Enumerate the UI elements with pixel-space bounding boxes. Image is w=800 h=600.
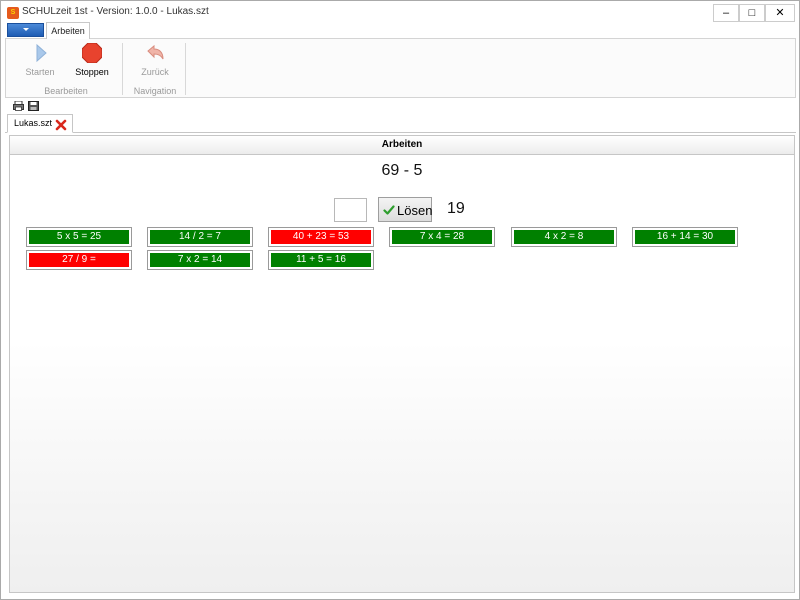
solve-button-label: Lösen [397, 203, 433, 218]
result-text: 27 / 9 = [29, 253, 129, 267]
stop-icon [82, 43, 102, 63]
exercise-panel: Arbeiten 69 - 5 Lösen 19 5 x 5 = 25 14 /… [9, 135, 795, 593]
play-icon [36, 43, 47, 63]
ribbon-group-separator [185, 43, 186, 95]
result-item: 7 x 4 = 28 [389, 227, 495, 247]
start-button-label: Starten [25, 67, 55, 77]
result-item: 27 / 9 = [26, 250, 132, 270]
app-logo-icon: S [7, 7, 19, 19]
window-title: SCHULzeit 1st - Version: 1.0.0 - Lukas.s… [22, 6, 209, 17]
minimize-button[interactable]: – [713, 4, 739, 22]
solve-button[interactable]: Lösen [378, 197, 432, 222]
document-tab-lukas[interactable]: Lukas.szt [7, 114, 73, 133]
result-text: 7 x 4 = 28 [392, 230, 492, 244]
result-item: 7 x 2 = 14 [147, 250, 253, 270]
app-window: S SCHULzeit 1st - Version: 1.0.0 - Lukas… [0, 0, 800, 600]
group-label-navigation: Navigation [133, 86, 177, 96]
result-item: 11 + 5 = 16 [268, 250, 374, 270]
maximize-button[interactable]: □ [739, 4, 765, 22]
result-text: 5 x 5 = 25 [29, 230, 129, 244]
result-text: 11 + 5 = 16 [271, 253, 371, 267]
document-tab-label: Lukas.szt [14, 118, 53, 128]
result-text: 14 / 2 = 7 [150, 230, 250, 244]
ribbon-tab-arbeiten[interactable]: Arbeiten [46, 22, 90, 39]
result-text: 16 + 14 = 30 [635, 230, 735, 244]
math-problem: 69 - 5 [381, 162, 423, 179]
result-text: 7 x 2 = 14 [150, 253, 250, 267]
ribbon-group-separator [122, 43, 123, 95]
result-item: 5 x 5 = 25 [26, 227, 132, 247]
result-item: 40 + 23 = 53 [268, 227, 374, 247]
title-bar: S SCHULzeit 1st - Version: 1.0.0 - Lukas… [1, 1, 799, 23]
chevron-down-icon [23, 28, 29, 31]
back-button[interactable]: Zurück [133, 41, 177, 83]
back-button-label: Zurück [141, 67, 169, 77]
answer-input[interactable] [334, 198, 367, 222]
group-label-bearbeiten: Bearbeiten [44, 86, 88, 96]
start-button[interactable]: Starten [18, 41, 62, 83]
result-text: 40 + 23 = 53 [271, 230, 371, 244]
section-header: Arbeiten [10, 136, 794, 155]
close-icon[interactable] [55, 119, 67, 131]
application-menu-button[interactable] [7, 23, 44, 37]
result-item: 16 + 14 = 30 [632, 227, 738, 247]
close-window-button[interactable]: ✕ [765, 4, 795, 22]
result-item: 14 / 2 = 7 [147, 227, 253, 247]
result-text: 4 x 2 = 8 [514, 230, 614, 244]
result-item: 4 x 2 = 8 [511, 227, 617, 247]
print-icon[interactable] [13, 101, 24, 111]
ribbon-panel: Starten Stoppen Bearbeiten Zurück Naviga… [5, 38, 796, 98]
checkmark-icon [383, 205, 395, 215]
stop-button[interactable]: Stoppen [70, 41, 114, 83]
save-icon[interactable] [28, 101, 39, 111]
document-tabstrip [5, 132, 796, 133]
undo-arrow-icon [147, 44, 164, 60]
remaining-counter: 19 [447, 200, 465, 217]
stop-button-label: Stoppen [75, 67, 109, 77]
